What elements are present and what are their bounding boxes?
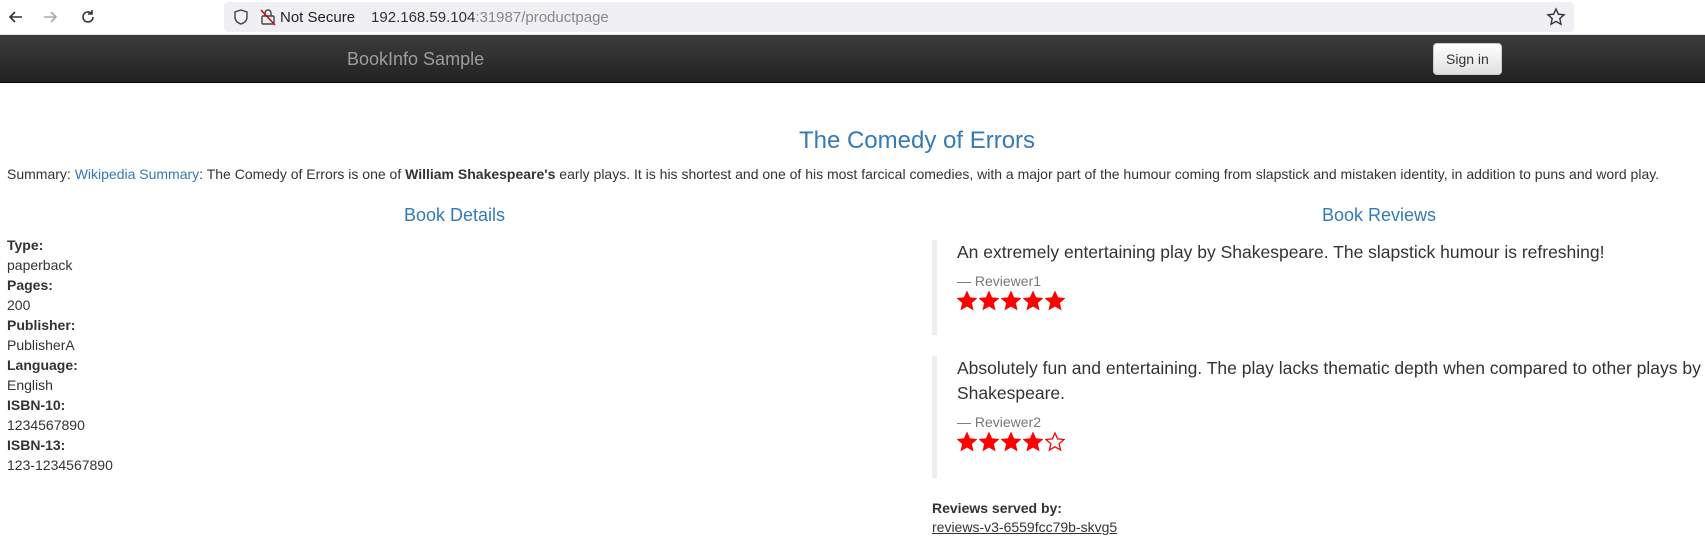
reload-icon	[82, 10, 94, 23]
detail-value: 1234567890	[7, 417, 85, 433]
detail-key: Type:	[7, 237, 44, 253]
star-rating	[957, 432, 1705, 452]
forward-button[interactable]	[37, 4, 63, 30]
star-filled-icon	[957, 432, 977, 452]
star-rating	[957, 291, 1705, 311]
brand-title[interactable]: BookInfo Sample	[347, 49, 484, 70]
shield-icon[interactable]	[232, 8, 250, 26]
detail-value: paperback	[7, 257, 73, 273]
security-indicator[interactable]: Not Secure	[260, 8, 355, 26]
served-by-label: Reviews served by:	[932, 500, 1062, 516]
book-reviews-heading: Book Reviews	[1322, 205, 1437, 225]
star-filled-icon	[1001, 432, 1021, 452]
star-filled-icon	[1045, 291, 1065, 311]
browser-toolbar: Not Secure 192.168.59.104:31987/productp…	[0, 0, 1705, 35]
summary-author: William Shakespeare's	[405, 166, 556, 182]
book-details-heading: Book Details	[404, 205, 506, 225]
reload-button[interactable]	[75, 4, 101, 30]
back-button[interactable]	[3, 4, 29, 30]
summary-text-b: early plays. It is his shortest and one …	[555, 166, 1660, 182]
star-filled-icon	[957, 291, 977, 311]
detail-value: English	[7, 377, 53, 393]
book-title: The Comedy of Errors	[798, 127, 1036, 154]
detail-value: PublisherA	[7, 337, 75, 353]
detail-value: 123-1234567890	[7, 457, 113, 473]
detail-key: Language:	[7, 357, 78, 373]
arrow-left-icon	[8, 11, 22, 23]
reviewer-name: — Reviewer1	[957, 273, 1042, 289]
reviewer-name: — Reviewer2	[957, 414, 1042, 430]
arrow-right-icon	[44, 11, 58, 23]
star-filled-icon	[1023, 432, 1043, 452]
star-filled-icon	[1001, 291, 1021, 311]
insecure-lock-icon	[260, 9, 276, 26]
bookmark-star-icon[interactable]	[1546, 7, 1566, 27]
app-navbar: BookInfo Sample Sign in	[0, 35, 1705, 83]
detail-key: ISBN-10:	[7, 397, 66, 413]
detail-key: Publisher:	[7, 317, 76, 333]
reviews-served-by: Reviews served by: reviews-v3-6559fcc79b…	[932, 500, 1117, 535]
review-text: Absolutely fun and entertaining. The pla…	[957, 358, 1701, 403]
security-label: Not Secure	[280, 8, 356, 26]
review-text: An extremely entertaining play by Shakes…	[957, 242, 1605, 262]
served-by-pod: reviews-v3-6559fcc79b-skvg5	[932, 519, 1118, 535]
book-details-list: Type: paperback Pages: 200 Publisher: Pu…	[7, 235, 113, 475]
review-block: Absolutely fun and entertaining. The pla…	[932, 356, 1705, 478]
review-block: An extremely entertaining play by Shakes…	[932, 240, 1705, 335]
url-host: 192.168.59.104	[371, 8, 476, 26]
detail-key: ISBN-13:	[7, 437, 66, 453]
detail-value: 200	[7, 297, 31, 313]
address-bar[interactable]: Not Secure 192.168.59.104:31987/productp…	[224, 2, 1574, 32]
book-summary: Summary: Wikipedia Summary: The Comedy o…	[7, 166, 1659, 182]
url-path: :31987/productpage	[475, 8, 609, 26]
summary-text-a: : The Comedy of Errors is one of	[199, 166, 406, 182]
sign-in-button[interactable]: Sign in	[1433, 43, 1502, 75]
url-text[interactable]: 192.168.59.104:31987/productpage	[371, 9, 609, 26]
wikipedia-summary-link[interactable]: Wikipedia Summary	[75, 166, 199, 182]
star-filled-icon	[979, 291, 999, 311]
star-filled-icon	[979, 432, 999, 452]
star-empty-icon	[1045, 432, 1065, 452]
summary-label: Summary:	[7, 166, 75, 182]
star-filled-icon	[1023, 291, 1043, 311]
detail-key: Pages:	[7, 277, 53, 293]
